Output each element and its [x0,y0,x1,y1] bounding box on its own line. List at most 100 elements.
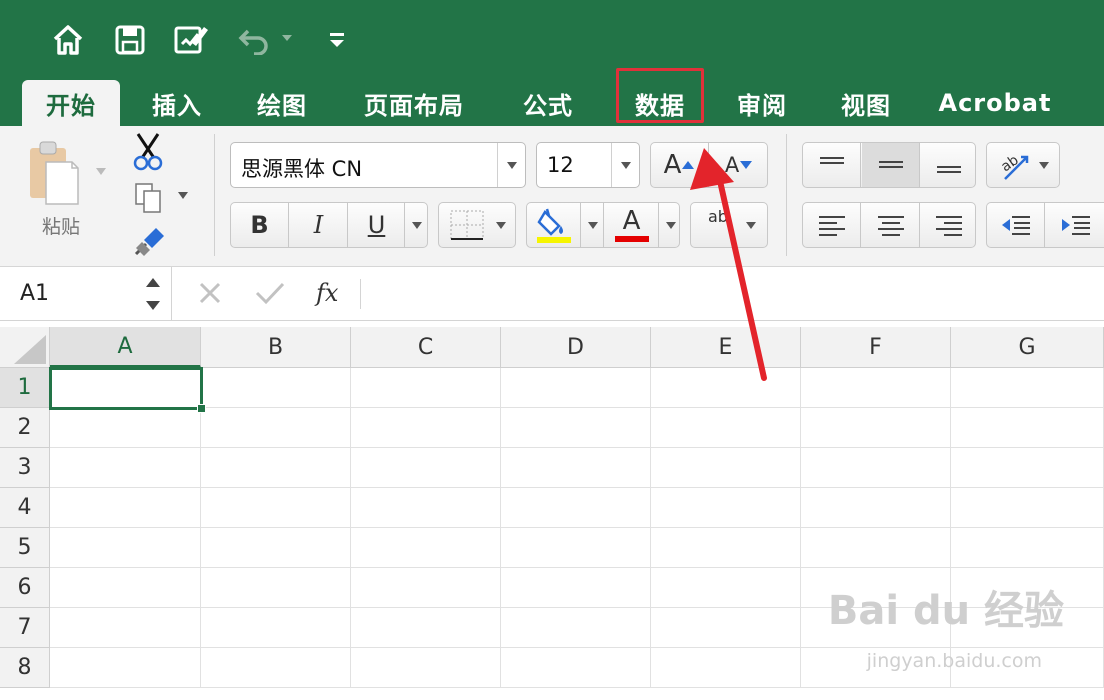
font-name-field[interactable]: 思源黑体 CN [230,142,526,188]
name-box-stepper-icon[interactable] [144,275,162,313]
tab-acrobat[interactable]: Acrobat [934,80,1056,126]
paste-dropdown-icon[interactable] [96,168,106,175]
format-painter-icon[interactable] [132,226,166,258]
grid-cell[interactable] [351,608,501,648]
grid-cell[interactable] [201,408,351,448]
fill-handle[interactable] [197,404,206,413]
grid-cell[interactable] [351,408,501,448]
column-header-g[interactable]: G [951,327,1104,368]
grid-cell[interactable] [651,568,801,608]
paste-icon[interactable] [26,138,82,208]
phonetic-dropdown-icon[interactable] [746,221,756,229]
grid-cell[interactable] [801,488,951,528]
font-size-dropdown-icon[interactable] [611,143,639,187]
edit-icon[interactable] [172,22,212,58]
font-size-field[interactable]: 12 [536,142,640,188]
grid-cell[interactable] [951,528,1104,568]
grid-cell[interactable] [50,528,201,568]
orientation-button[interactable]: ab [986,142,1060,188]
font-color-button[interactable]: A [605,203,659,247]
align-top-button[interactable] [803,143,861,187]
column-header-f[interactable]: F [801,327,951,368]
grid-cell[interactable] [201,608,351,648]
column-header-c[interactable]: C [351,327,501,368]
grid-cell[interactable] [50,408,201,448]
column-header-a[interactable]: A [50,327,201,368]
row-header-6[interactable]: 6 [0,568,50,608]
cut-icon[interactable] [132,132,164,172]
underline-button[interactable]: U [349,203,405,247]
grid-cell[interactable] [651,408,801,448]
column-header-b[interactable]: B [201,327,351,368]
tab-view[interactable]: 视图 [826,80,906,126]
grid-cell[interactable] [651,448,801,488]
grid-cell[interactable] [351,368,501,408]
grid-cell[interactable] [351,448,501,488]
formula-input[interactable] [372,273,1092,315]
bold-button[interactable]: B [231,203,289,247]
grid-cell[interactable] [201,648,351,688]
borders-button[interactable] [438,202,516,248]
decrease-font-button[interactable]: A [710,143,768,187]
grid-cell[interactable] [951,408,1104,448]
row-header-2[interactable]: 2 [0,408,50,448]
grid-cell[interactable] [351,568,501,608]
underline-dropdown-icon[interactable] [406,203,428,247]
row-header-1[interactable]: 1 [0,368,50,408]
tab-page-layout[interactable]: 页面布局 [350,80,478,126]
grid-cell[interactable] [651,648,801,688]
phonetic-button[interactable]: ab [690,202,768,248]
orientation-dropdown-icon[interactable] [1039,161,1049,169]
grid-cell[interactable] [651,368,801,408]
tab-insert[interactable]: 插入 [136,80,218,126]
grid-cell[interactable] [801,368,951,408]
grid-cell[interactable] [501,528,651,568]
copy-icon[interactable] [134,182,164,214]
grid-cell[interactable] [951,488,1104,528]
grid-cell[interactable] [951,448,1104,488]
grid-cell[interactable] [50,648,201,688]
grid-cell[interactable] [501,448,651,488]
grid-cell[interactable] [351,528,501,568]
save-icon[interactable] [112,22,148,58]
tab-review[interactable]: 审阅 [722,80,802,126]
select-all-corner[interactable] [0,327,50,368]
copy-dropdown-icon[interactable] [178,192,188,199]
grid-cell[interactable] [201,448,351,488]
grid-cell[interactable] [351,488,501,528]
grid-cell[interactable] [651,608,801,648]
row-header-4[interactable]: 4 [0,488,50,528]
fill-color-dropdown-icon[interactable] [582,203,604,247]
grid-cell[interactable] [201,368,351,408]
confirm-icon[interactable] [254,279,286,311]
align-center-button[interactable] [862,203,920,247]
decrease-indent-button[interactable] [987,203,1045,247]
grid-cell[interactable] [501,408,651,448]
tab-formulas[interactable]: 公式 [508,80,588,126]
grid-cell[interactable] [501,488,651,528]
grid-cell[interactable] [651,488,801,528]
grid-cell[interactable] [201,568,351,608]
grid-cell[interactable] [501,568,651,608]
home-icon[interactable] [50,22,86,58]
row-header-5[interactable]: 5 [0,528,50,568]
insert-function-icon[interactable]: fx [316,279,338,307]
align-right-button[interactable] [921,203,977,247]
name-box[interactable]: A1 [0,267,172,321]
grid-cell[interactable] [801,408,951,448]
grid-cell[interactable] [351,648,501,688]
grid-cell[interactable] [201,488,351,528]
grid-cell[interactable] [50,488,201,528]
grid-cell[interactable] [651,528,801,568]
row-header-3[interactable]: 3 [0,448,50,488]
grid-cell[interactable] [951,368,1104,408]
italic-button[interactable]: I [290,203,348,247]
grid-cell[interactable] [501,648,651,688]
increase-indent-button[interactable] [1046,203,1104,247]
column-header-d[interactable]: D [501,327,651,368]
align-left-button[interactable] [803,203,861,247]
column-header-e[interactable]: E [651,327,801,368]
grid-cell[interactable] [801,448,951,488]
grid-cell[interactable] [50,568,201,608]
tab-draw[interactable]: 绘图 [242,80,322,126]
